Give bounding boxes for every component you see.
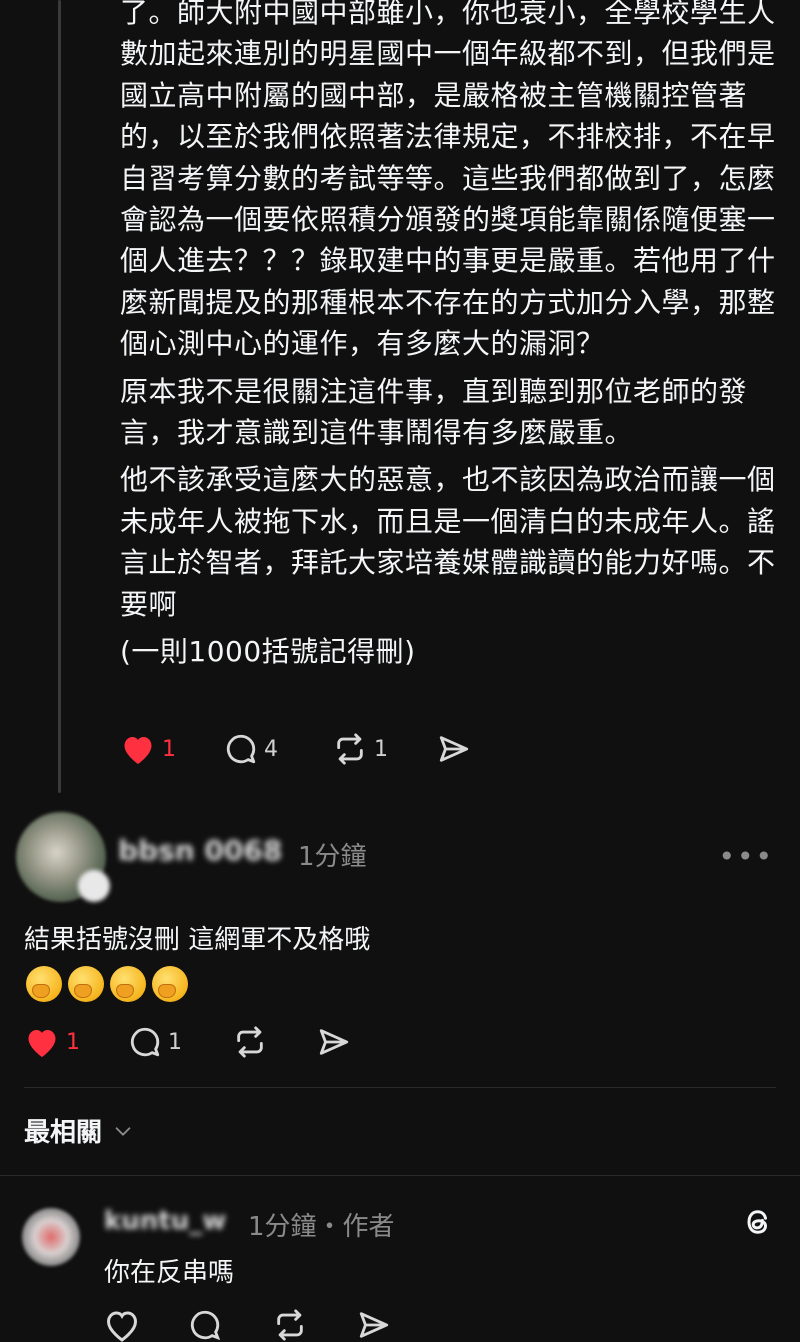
hand-over-mouth-emoji-icon: [26, 966, 62, 1002]
send-icon: [319, 1029, 349, 1055]
like-count: 1: [162, 736, 176, 762]
divider: [0, 1175, 800, 1176]
username[interactable]: bbsn 0068: [118, 834, 282, 867]
repost-icon: [237, 1026, 263, 1058]
share-button[interactable]: [356, 1308, 392, 1342]
avatar[interactable]: [22, 1208, 80, 1266]
comment-icon: [226, 734, 256, 764]
heart-icon: [106, 1311, 138, 1342]
like-button[interactable]: [104, 1308, 188, 1342]
like-count: 1: [66, 1029, 80, 1055]
reply-actions: 1 1: [24, 1025, 352, 1059]
comment-icon: [190, 1310, 221, 1341]
like-button[interactable]: 1: [24, 1025, 128, 1059]
comment-count: 4: [264, 736, 278, 762]
repost-button[interactable]: 1: [332, 732, 436, 766]
post-body: 了。師大附中國中部雖小，你也衰小，全學校學生人數加起來連別的明星國中一個年級都不…: [120, 0, 780, 679]
like-button[interactable]: 1: [120, 732, 224, 766]
emoji-row: [26, 966, 188, 1002]
comment-button[interactable]: [188, 1308, 272, 1342]
hand-over-mouth-emoji-icon: [110, 966, 146, 1002]
chevron-down-icon: [115, 1126, 131, 1136]
heart-icon: [124, 737, 152, 764]
hand-over-mouth-emoji-icon: [68, 966, 104, 1002]
threads-logo-icon[interactable]: [740, 1204, 776, 1240]
avatar-badge: [78, 870, 110, 902]
send-icon: [359, 1312, 389, 1338]
timestamp-author: 1分鐘・作者: [248, 1212, 395, 1242]
reply-text: 結果括號沒刪 這網軍不及格哦: [24, 925, 371, 955]
more-options-icon[interactable]: •••: [718, 840, 774, 873]
post-paragraph: 了。師大附中國中部雖小，你也衰小，全學校學生人數加起來連別的明星國中一個年級都不…: [120, 0, 776, 361]
reply-text: 你在反串嗎: [104, 1258, 235, 1288]
post-paragraph: 他不該承受這麼大的惡意，也不該因為政治而讓一個未成年人被拖下水，而且是一個清白的…: [120, 463, 776, 621]
comment-button[interactable]: 1: [128, 1025, 232, 1059]
repost-icon: [277, 1309, 303, 1341]
hand-over-mouth-emoji-icon: [152, 966, 188, 1002]
comment-count: 1: [168, 1029, 182, 1055]
repost-count: 1: [374, 736, 388, 762]
divider: [24, 1087, 776, 1088]
sort-selector[interactable]: 最相關: [24, 1112, 134, 1149]
post-paragraph: 原本我不是很關注這件事，直到聽到那位老師的發言，我才意識到這件事鬧得有多麼嚴重。: [120, 374, 748, 450]
repost-icon: [337, 733, 363, 765]
share-button[interactable]: [316, 1025, 352, 1059]
comment-button[interactable]: 4: [224, 732, 332, 766]
share-button[interactable]: [436, 732, 472, 766]
post-paragraph: (一則1000括號記得刪): [120, 635, 416, 669]
comment-icon: [130, 1027, 160, 1057]
repost-button[interactable]: [232, 1025, 316, 1059]
username[interactable]: kuntu_w: [104, 1206, 226, 1236]
sort-label: 最相關: [24, 1118, 103, 1148]
reply-actions: [104, 1308, 392, 1342]
timestamp: 1分鐘: [298, 842, 367, 872]
repost-button[interactable]: [272, 1308, 356, 1342]
send-icon: [439, 736, 469, 762]
thread-line: [58, 0, 61, 793]
heart-icon: [28, 1030, 56, 1057]
post-actions: 1 4 1: [120, 732, 472, 766]
